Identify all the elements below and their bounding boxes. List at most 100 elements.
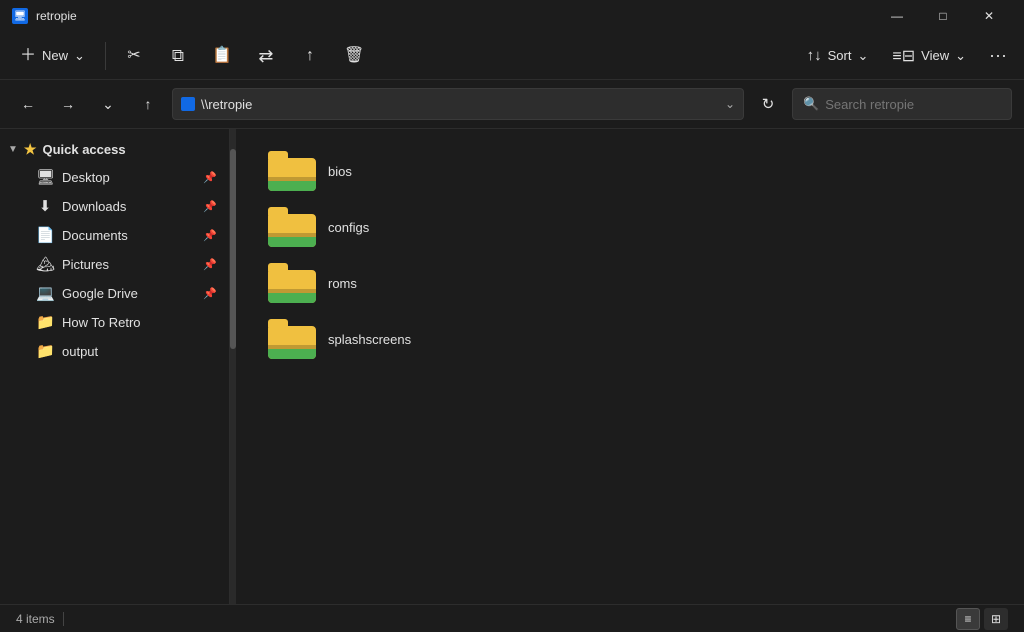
new-button[interactable]: ＋ New ⌄ [8, 36, 97, 76]
sidebar-item-output-label: output [62, 344, 217, 359]
cut-button[interactable]: ✂ [114, 36, 154, 76]
quickaccess-star-icon: ★ [24, 141, 37, 158]
main-content: ▼ ★ Quick access 🖥 Desktop 📌 ⬇ Downloads… [0, 129, 1024, 604]
address-dropdown-icon[interactable]: ⌄ [725, 97, 735, 111]
sidebar-item-desktop-label: Desktop [62, 170, 195, 185]
file-item-splashscreens[interactable]: splashscreens [260, 313, 1000, 365]
more-button[interactable]: ··· [980, 38, 1016, 74]
sort-label: Sort [828, 48, 852, 63]
file-item-configs[interactable]: configs [260, 201, 1000, 253]
app-icon: 🖥 [12, 8, 28, 24]
pictures-icon: 🏔 [36, 255, 54, 273]
address-icon [181, 97, 195, 111]
item-count: 4 items [16, 612, 55, 626]
sort-button[interactable]: ↑↓ Sort ⌄ [797, 41, 879, 70]
sort-chevron-icon: ⌄ [857, 48, 868, 64]
sidebar-scrollbar-thumb[interactable] [230, 149, 236, 349]
sidebar-item-downloads[interactable]: ⬇ Downloads 📌 [4, 192, 225, 220]
up-button[interactable]: ↑ [132, 88, 164, 120]
status-left: 4 items [16, 612, 64, 626]
title-bar: 🖥 retropie — □ ✕ [0, 0, 1024, 32]
move-button[interactable]: ⇄ [246, 36, 286, 76]
sidebar-item-howtoretro-label: How To Retro [62, 315, 217, 330]
sidebar-item-desktop[interactable]: 🖥 Desktop 📌 [4, 163, 225, 191]
refresh-button[interactable]: ↻ [752, 88, 784, 120]
status-separator [63, 612, 64, 626]
new-icon: ＋ [20, 48, 36, 64]
grid-view-button[interactable]: ⊞ [984, 608, 1008, 630]
file-name-configs: configs [328, 220, 369, 235]
sidebar-scrollbar[interactable] [230, 129, 236, 604]
quickaccess-label: Quick access [42, 142, 125, 157]
folder-icon-splashscreens [268, 319, 316, 359]
sort-icon: ↑↓ [807, 47, 822, 64]
sidebar-item-pictures[interactable]: 🏔 Pictures 📌 [4, 250, 225, 278]
googledrive-icon: 💻 [36, 284, 54, 302]
quickaccess-header[interactable]: ▼ ★ Quick access [0, 137, 229, 162]
move-icon: ⇄ [258, 47, 273, 65]
file-item-roms[interactable]: roms [260, 257, 1000, 309]
status-right: ≡ ⊞ [956, 608, 1008, 630]
search-box[interactable]: 🔍 [792, 88, 1012, 120]
view-icon: ≡⊟ [892, 46, 915, 66]
history-button[interactable]: ⌄ [92, 88, 124, 120]
file-area: bios configs roms [236, 129, 1024, 604]
folder-green [268, 293, 316, 303]
folder-green [268, 237, 316, 247]
close-button[interactable]: ✕ [966, 0, 1012, 32]
sidebar-item-howtoretro[interactable]: 📁 How To Retro [4, 308, 225, 336]
view-chevron-icon: ⌄ [955, 48, 966, 64]
sidebar-item-googledrive-label: Google Drive [62, 286, 195, 301]
back-button[interactable]: ← [12, 88, 44, 120]
sidebar-item-googledrive[interactable]: 💻 Google Drive 📌 [4, 279, 225, 307]
window-title: retropie [36, 9, 77, 23]
list-view-button[interactable]: ≡ [956, 608, 980, 630]
file-name-splashscreens: splashscreens [328, 332, 411, 347]
view-label: View [921, 48, 949, 63]
address-input[interactable] [201, 97, 719, 112]
delete-icon: 🗑 [344, 48, 364, 64]
forward-button[interactable]: → [52, 88, 84, 120]
search-input[interactable] [825, 97, 1001, 112]
file-name-bios: bios [328, 164, 352, 179]
pin-icon-documents: 📌 [203, 229, 217, 242]
pin-icon-googledrive: 📌 [203, 287, 217, 300]
paste-icon: 📋 [212, 48, 232, 64]
maximize-button[interactable]: □ [920, 0, 966, 32]
new-label: New [42, 48, 68, 63]
folder-icon-bios [268, 151, 316, 191]
window-controls: — □ ✕ [874, 0, 1012, 32]
minimize-button[interactable]: — [874, 0, 920, 32]
history-icon: ⌄ [102, 96, 114, 113]
file-name-roms: roms [328, 276, 357, 291]
pin-icon-downloads: 📌 [203, 200, 217, 213]
cut-icon: ✂ [127, 48, 140, 64]
desktop-icon: 🖥 [36, 168, 54, 186]
delete-button[interactable]: 🗑 [334, 36, 374, 76]
view-button[interactable]: ≡⊟ View ⌄ [882, 40, 976, 72]
address-bar: ← → ⌄ ↑ ⌄ ↻ 🔍 [0, 80, 1024, 129]
file-item-bios[interactable]: bios [260, 145, 1000, 197]
folder-green [268, 181, 316, 191]
status-bar: 4 items ≡ ⊞ [0, 604, 1024, 632]
toolbar-right: ↑↓ Sort ⌄ ≡⊟ View ⌄ ··· [797, 38, 1016, 74]
sidebar-item-output[interactable]: 📁 output [4, 337, 225, 365]
folder-icon-configs [268, 207, 316, 247]
address-input-wrap[interactable]: ⌄ [172, 88, 744, 120]
up-icon: ↑ [145, 96, 152, 112]
grid-view-icon: ⊞ [991, 612, 1001, 626]
sidebar-item-downloads-label: Downloads [62, 199, 195, 214]
toolbar: ＋ New ⌄ ✂ ⧉ 📋 ⇄ ↑ 🗑 ↑↓ Sort ⌄ ≡⊟ View ⌄ … [0, 32, 1024, 80]
pin-icon-pictures: 📌 [203, 258, 217, 271]
sidebar-item-documents-label: Documents [62, 228, 195, 243]
copy-button[interactable]: ⧉ [158, 36, 198, 76]
refresh-icon: ↻ [762, 95, 775, 113]
pin-icon: 📌 [203, 171, 217, 184]
copy-icon: ⧉ [172, 47, 184, 64]
back-icon: ← [21, 96, 35, 112]
downloads-icon: ⬇ [36, 197, 54, 215]
paste-button[interactable]: 📋 [202, 36, 242, 76]
sidebar-item-documents[interactable]: 📄 Documents 📌 [4, 221, 225, 249]
quickaccess-chevron-icon: ▼ [8, 144, 18, 155]
share-button[interactable]: ↑ [290, 36, 330, 76]
